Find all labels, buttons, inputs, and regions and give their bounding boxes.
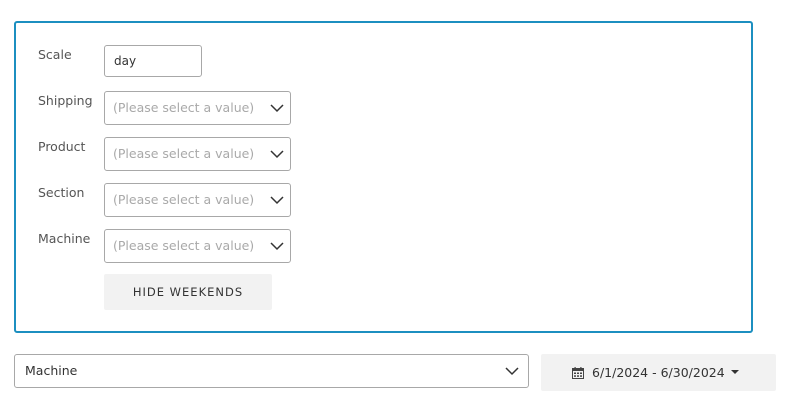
product-select[interactable]: (Please select a value)	[104, 137, 291, 171]
chevron-down-icon	[270, 242, 284, 251]
product-label: Product	[38, 139, 86, 154]
shipping-label: Shipping	[38, 93, 93, 108]
shipping-placeholder: (Please select a value)	[113, 100, 255, 115]
calendar-icon	[572, 366, 584, 379]
section-placeholder: (Please select a value)	[113, 192, 255, 207]
product-placeholder: (Please select a value)	[113, 146, 255, 161]
machine-select[interactable]: (Please select a value)	[104, 229, 291, 263]
machine-label: Machine	[38, 231, 91, 246]
date-range-content: 6/1/2024 - 6/30/2024	[572, 354, 739, 391]
scale-label: Scale	[38, 47, 72, 62]
shipping-select[interactable]: (Please select a value)	[104, 91, 291, 125]
section-select[interactable]: (Please select a value)	[104, 183, 291, 217]
section-label: Section	[38, 185, 85, 200]
filter-panel: Scale day Shipping (Please select a valu…	[14, 21, 753, 333]
chevron-down-icon	[270, 104, 284, 113]
chevron-down-icon	[270, 196, 284, 205]
scale-input[interactable]: day	[104, 45, 202, 77]
hide-weekends-button[interactable]: HIDE WEEKENDS	[104, 274, 272, 310]
caret-down-icon	[730, 369, 739, 374]
chevron-down-icon	[270, 150, 284, 159]
machine-placeholder: (Please select a value)	[113, 238, 255, 253]
chevron-down-icon	[505, 367, 519, 376]
group-by-value: Machine	[25, 363, 78, 378]
group-by-select[interactable]: Machine	[14, 354, 529, 388]
date-range-button[interactable]: 6/1/2024 - 6/30/2024	[541, 354, 776, 391]
date-range-label: 6/1/2024 - 6/30/2024	[592, 365, 725, 380]
